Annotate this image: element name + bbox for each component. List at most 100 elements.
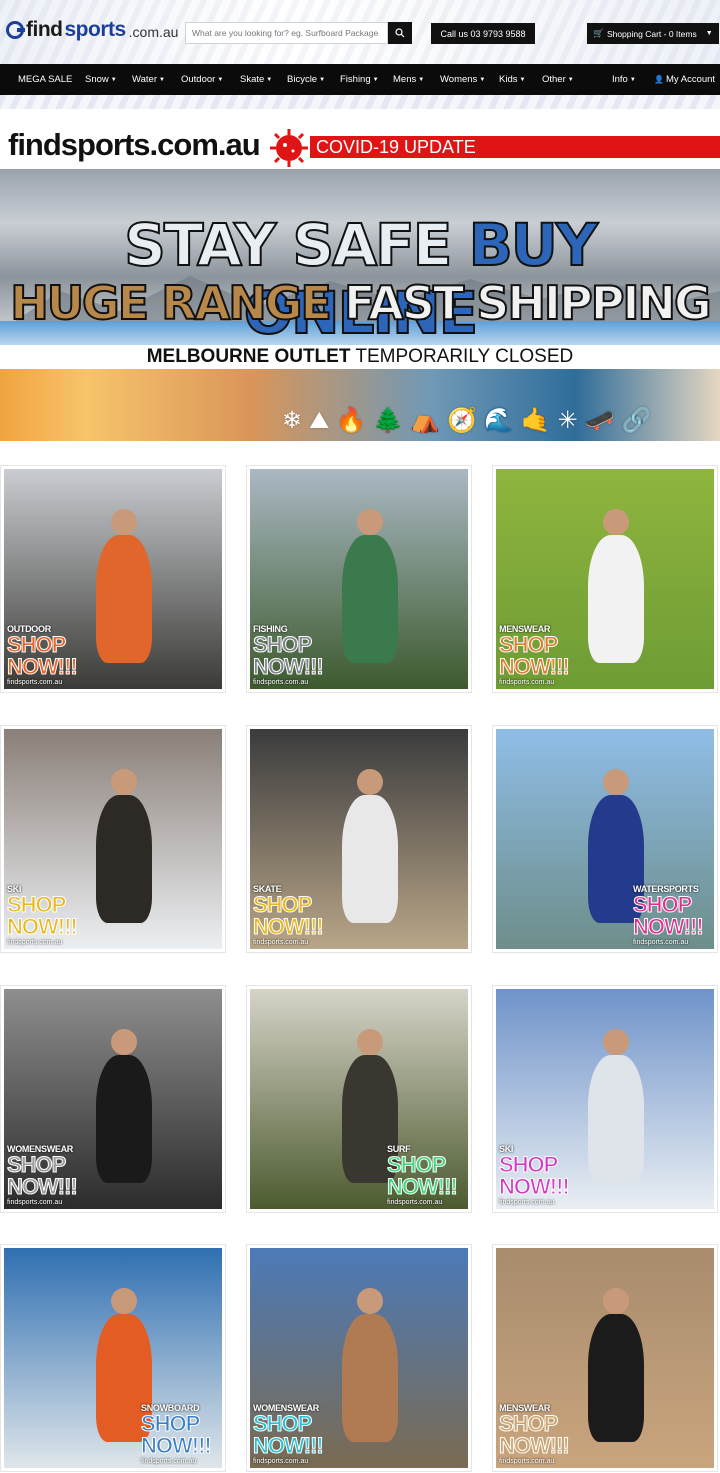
nav-label: Kids — [499, 74, 518, 85]
tile-subject-head — [110, 1287, 137, 1314]
chevron-down-icon: ▼ — [372, 76, 379, 83]
nav-item-water[interactable]: Water ▼ — [132, 64, 165, 95]
chevron-down-icon: ▼ — [418, 76, 425, 83]
shop-now-badge: MENSWEAR SHOP NOW!!! findsports.com.au — [499, 625, 571, 687]
category-tile-outdoor[interactable]: OUTDOOR SHOP NOW!!! findsports.com.au — [0, 465, 226, 693]
nav-item-snow[interactable]: Snow ▼ — [85, 64, 117, 95]
nav-item-bicycle[interactable]: Bicycle ▼ — [287, 64, 325, 95]
shop-now-badge: WATERSPORTS SHOP NOW!!! findsports.com.au — [633, 885, 705, 947]
tile-now-label: NOW!!! — [387, 1174, 459, 1199]
nav-item-kids[interactable]: Kids ▼ — [499, 64, 525, 95]
tile-shop-label: SHOP — [253, 1411, 313, 1436]
tile-now-label: NOW!!! — [7, 914, 79, 939]
category-tile-ski[interactable]: SKI SHOP NOW!!! findsports.com.au — [0, 725, 226, 953]
tile-photo: SNOWBOARD SHOP NOW!!! findsports.com.au — [4, 1248, 222, 1468]
nav-label: Water — [132, 74, 157, 85]
category-tile-fishing[interactable]: FISHING SHOP NOW!!! findsports.com.au — [246, 465, 472, 693]
tile-site-label: findsports.com.au — [499, 1458, 555, 1465]
compass-icon: 🧭 — [446, 407, 477, 434]
category-tile-ski[interactable]: SKI SHOP NOW!!! findsports.com.au — [492, 985, 718, 1213]
tile-subject-head — [602, 768, 629, 795]
category-tile-snowboard[interactable]: SNOWBOARD SHOP NOW!!! findsports.com.au — [0, 1244, 226, 1472]
shop-now-badge: SKATE SHOP NOW!!! findsports.com.au — [253, 885, 325, 947]
tile-now-label: NOW!!! — [7, 1174, 79, 1199]
nav-label: Mens — [393, 74, 417, 85]
tile-shop-label: SHOP — [7, 1152, 67, 1177]
shop-now-badge: SNOWBOARD SHOP NOW!!! findsports.com.au — [141, 1404, 213, 1466]
search-input[interactable] — [185, 22, 388, 44]
banner-headline-2: HUGE RANGE FAST SHIPPING — [0, 275, 720, 331]
chevron-down-icon: ▼ — [519, 76, 526, 83]
search-button[interactable] — [388, 22, 412, 44]
chevron-down-icon: ▼ — [319, 76, 326, 83]
nav-item-fishing[interactable]: Fishing ▼ — [340, 64, 379, 95]
category-tile-skate[interactable]: SKATE SHOP NOW!!! findsports.com.au — [246, 725, 472, 953]
tile-subject — [341, 1314, 399, 1442]
tile-subject — [587, 535, 645, 663]
tile-now-label: NOW!!! — [499, 1433, 571, 1458]
tile-subject — [341, 795, 399, 923]
carabiner-icon: 🔗 — [621, 407, 652, 434]
category-tile-watersports[interactable]: WATERSPORTS SHOP NOW!!! findsports.com.au — [492, 725, 718, 953]
headline-fast-shipping: FAST SHIPPING — [343, 275, 713, 331]
tile-photo: SURF SHOP NOW!!! findsports.com.au — [250, 989, 468, 1209]
tile-subject — [95, 1055, 153, 1183]
nav-item-womens[interactable]: Womens ▼ — [440, 64, 485, 95]
tile-site-label: findsports.com.au — [499, 1199, 555, 1206]
tile-site-label: findsports.com.au — [633, 939, 689, 946]
site-logo[interactable]: find sports .com.au — [6, 16, 178, 44]
tree-icon: 🌲 — [373, 407, 404, 434]
category-tile-womenswear[interactable]: WOMENSWEAR SHOP NOW!!! findsports.com.au — [0, 985, 226, 1213]
chevron-down-icon: ▼ — [110, 76, 117, 83]
tile-shop-label: SHOP — [499, 632, 559, 657]
sport-icons-row: ❄ ⛰ 🔥 🌲 ⛺ 🧭 🌊 🤙 ✳ 🛹 🔗 — [282, 404, 712, 438]
tile-shop-label: SHOP — [387, 1152, 447, 1177]
shop-now-badge: WOMENSWEAR SHOP NOW!!! findsports.com.au — [253, 1404, 325, 1466]
tile-subject-head — [110, 1028, 137, 1055]
header-pattern-strip — [0, 95, 720, 109]
nav-item-my-account[interactable]: 👤 My Account — [654, 64, 715, 95]
tile-site-label: findsports.com.au — [499, 679, 555, 686]
headline-huge-range: HUGE RANGE — [9, 275, 344, 331]
tile-photo: SKI SHOP NOW!!! findsports.com.au — [4, 729, 222, 949]
shop-now-badge: SKI SHOP NOW!!! findsports.com.au — [499, 1145, 571, 1207]
nav-item-other[interactable]: Other ▼ — [542, 64, 574, 95]
tile-photo: SKI SHOP NOW!!! findsports.com.au — [496, 989, 714, 1209]
category-tile-surf[interactable]: SURF SHOP NOW!!! findsports.com.au — [246, 985, 472, 1213]
tile-site-label: findsports.com.au — [253, 939, 309, 946]
shopping-cart-button[interactable]: 🛒 Shopping Cart - 0 Items ▼ — [587, 23, 719, 44]
call-us-button[interactable]: Call us 03 9793 9588 — [431, 23, 535, 44]
tile-photo: MENSWEAR SHOP NOW!!! findsports.com.au — [496, 469, 714, 689]
wave-icon: 🌊 — [483, 407, 514, 434]
nav-item-skate[interactable]: Skate ▼ — [240, 64, 272, 95]
outlet-notice: MELBOURNE OUTLET TEMPORARILY CLOSED — [0, 346, 720, 368]
covid-update-label: COVID-19 UPDATE — [310, 136, 720, 158]
category-tile-menswear[interactable]: MENSWEAR SHOP NOW!!! findsports.com.au — [492, 465, 718, 693]
category-tile-womenswear[interactable]: WOMENSWEAR SHOP NOW!!! findsports.com.au — [246, 1244, 472, 1472]
tent-icon: ⛺ — [410, 407, 440, 434]
virus-icon — [270, 129, 308, 167]
tile-photo: WATERSPORTS SHOP NOW!!! findsports.com.au — [496, 729, 714, 949]
banner-brand: findsports.com.au — [8, 127, 261, 162]
category-tile-menswear[interactable]: MENSWEAR SHOP NOW!!! findsports.com.au — [492, 1244, 718, 1472]
tile-site-label: findsports.com.au — [7, 679, 63, 686]
nav-item-mega-sale[interactable]: MEGA SALE — [18, 64, 72, 95]
nav-item-mens[interactable]: Mens ▼ — [393, 64, 424, 95]
campfire-icon: 🔥 — [336, 407, 367, 434]
tile-site-label: findsports.com.au — [387, 1199, 443, 1206]
shop-now-badge: FISHING SHOP NOW!!! findsports.com.au — [253, 625, 325, 687]
tile-shop-label: SHOP — [633, 892, 693, 917]
covid-banner[interactable]: findsports.com.au COVID-19 UPDATE STAY S… — [0, 121, 720, 441]
nav-label: Skate — [240, 74, 265, 85]
shop-now-badge: SKI SHOP NOW!!! findsports.com.au — [7, 885, 79, 947]
tile-now-label: NOW!!! — [499, 1174, 571, 1199]
nav-item-outdoor[interactable]: Outdoor ▼ — [181, 64, 223, 95]
tile-subject-head — [602, 1028, 629, 1055]
tile-site-label: findsports.com.au — [141, 1458, 197, 1465]
cart-label: Shopping Cart - 0 Items — [606, 28, 697, 39]
nav-label: Outdoor — [181, 74, 216, 85]
nav-label: Other — [542, 74, 566, 85]
nav-label: Womens — [440, 74, 478, 85]
nav-item-info[interactable]: Info ▼ — [612, 64, 636, 95]
tile-photo: OUTDOOR SHOP NOW!!! findsports.com.au — [4, 469, 222, 689]
